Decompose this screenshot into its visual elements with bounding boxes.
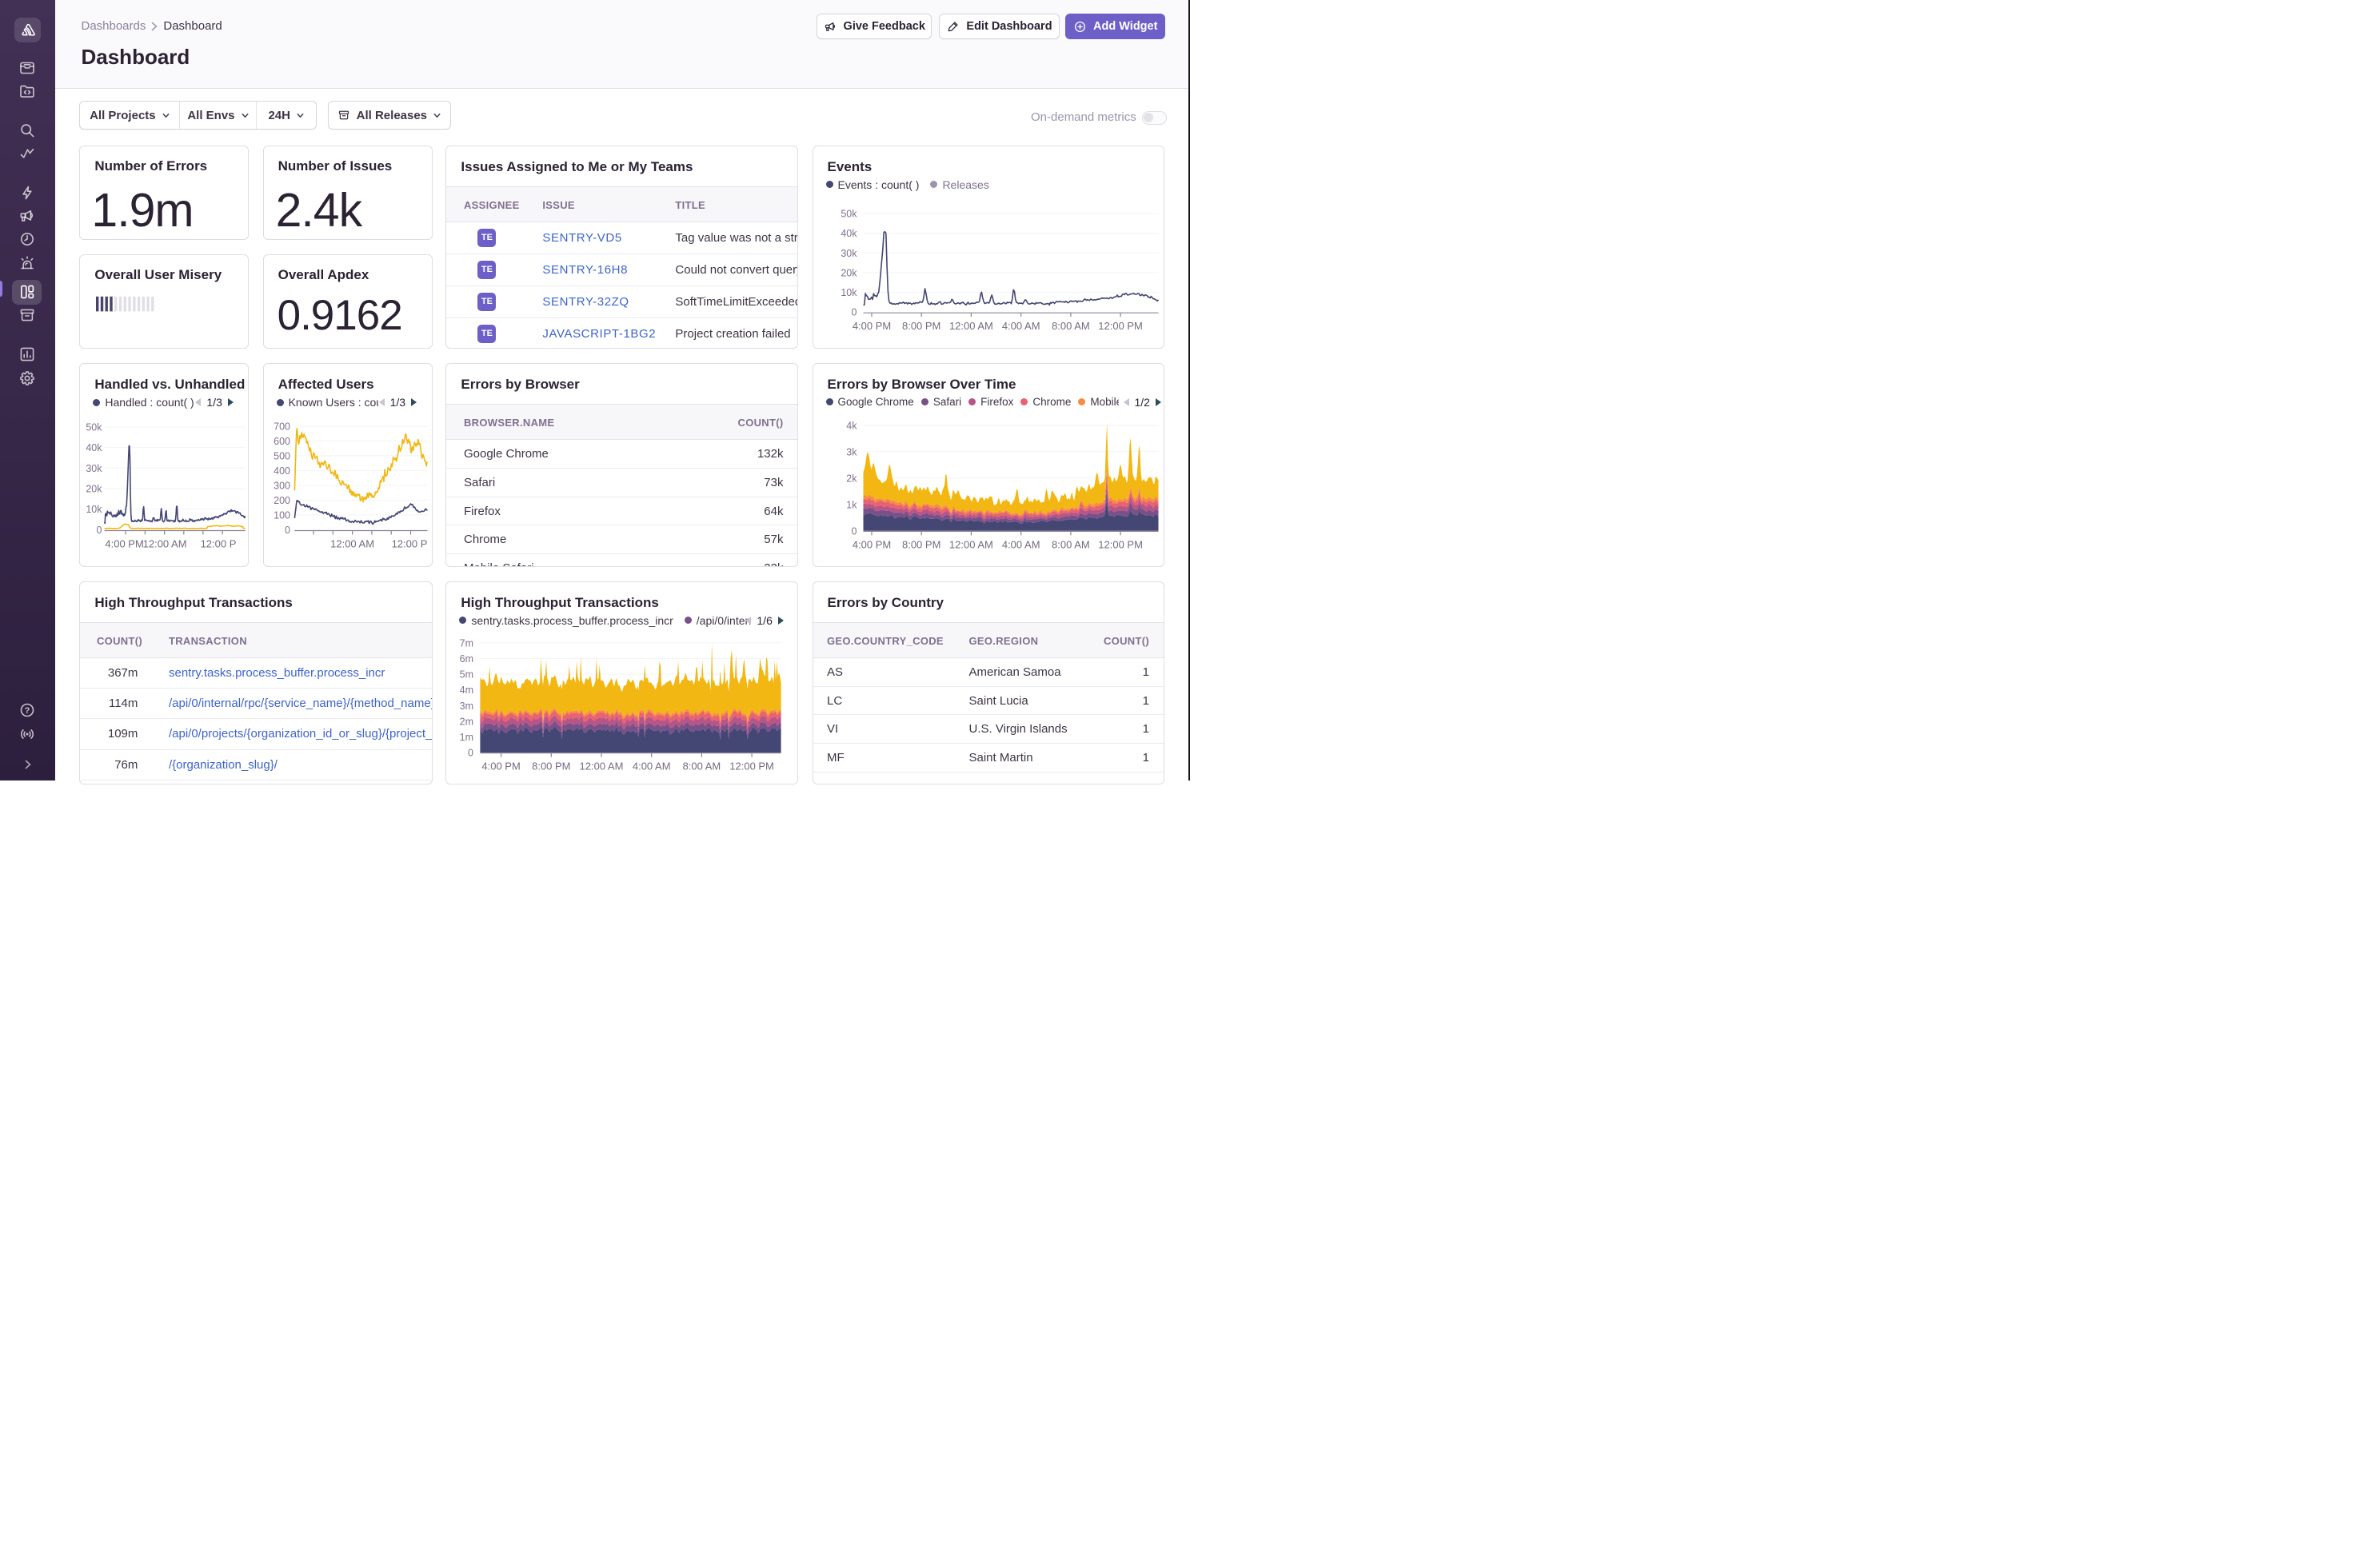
- svg-text:12:00 AM: 12:00 AM: [143, 538, 187, 550]
- svg-text:2k: 2k: [846, 473, 857, 484]
- svg-text:4:00 PM: 4:00 PM: [852, 539, 890, 551]
- svg-text:12:00 AM: 12:00 AM: [948, 320, 992, 332]
- svg-text:12:00 PM: 12:00 PM: [730, 761, 775, 773]
- svg-text:100: 100: [274, 510, 290, 521]
- svg-text:12:00 AM: 12:00 AM: [330, 538, 374, 550]
- svg-text:50k: 50k: [86, 422, 103, 433]
- svg-text:700: 700: [274, 421, 290, 433]
- svg-text:12:00 PM: 12:00 PM: [1098, 539, 1143, 551]
- svg-text:4:00 AM: 4:00 AM: [1001, 320, 1040, 332]
- svg-text:200: 200: [274, 495, 290, 506]
- svg-text:30k: 30k: [86, 463, 103, 474]
- svg-text:12:00 P: 12:00 P: [391, 538, 427, 550]
- svg-text:12:00 AM: 12:00 AM: [948, 539, 992, 551]
- svg-text:8:00 AM: 8:00 AM: [1052, 320, 1090, 332]
- svg-text:7m: 7m: [460, 637, 473, 649]
- svg-text:40k: 40k: [841, 228, 857, 239]
- svg-text:4:00 AM: 4:00 AM: [1001, 539, 1040, 551]
- svg-text:3m: 3m: [460, 701, 473, 712]
- svg-text:8:00 AM: 8:00 AM: [683, 761, 721, 773]
- svg-text:50k: 50k: [841, 208, 857, 219]
- svg-text:0: 0: [285, 525, 290, 536]
- svg-text:4:00 PM: 4:00 PM: [482, 761, 521, 773]
- svg-text:?: ?: [25, 706, 30, 716]
- svg-text:4:00 AM: 4:00 AM: [633, 761, 671, 773]
- svg-text:1m: 1m: [460, 732, 473, 743]
- svg-text:2m: 2m: [460, 716, 473, 727]
- svg-text:300: 300: [274, 481, 290, 492]
- svg-text:0: 0: [851, 306, 857, 317]
- svg-text:0: 0: [468, 747, 473, 758]
- svg-text:0: 0: [97, 525, 102, 536]
- svg-text:30k: 30k: [841, 247, 857, 258]
- svg-text:40k: 40k: [86, 442, 103, 453]
- svg-text:12:00 P: 12:00 P: [201, 538, 237, 550]
- svg-text:10k: 10k: [86, 504, 103, 515]
- svg-text:4:00 PM: 4:00 PM: [106, 538, 144, 550]
- svg-text:20k: 20k: [86, 484, 103, 495]
- svg-text:8:00 PM: 8:00 PM: [533, 761, 571, 773]
- svg-text:4k: 4k: [846, 420, 857, 431]
- svg-text:4:00 PM: 4:00 PM: [852, 320, 890, 332]
- svg-text:8:00 AM: 8:00 AM: [1052, 539, 1090, 551]
- svg-text:500: 500: [274, 451, 290, 462]
- svg-text:600: 600: [274, 436, 290, 447]
- svg-text:1k: 1k: [846, 499, 857, 510]
- svg-text:4m: 4m: [460, 685, 473, 696]
- svg-text:3k: 3k: [846, 446, 857, 457]
- svg-text:10k: 10k: [841, 286, 857, 297]
- svg-text:400: 400: [274, 465, 290, 477]
- svg-text:12:00 PM: 12:00 PM: [1098, 320, 1143, 332]
- svg-text:0: 0: [851, 525, 857, 537]
- svg-text:8:00 PM: 8:00 PM: [901, 539, 940, 551]
- svg-text:8:00 PM: 8:00 PM: [902, 320, 940, 332]
- svg-text:12:00 AM: 12:00 AM: [580, 761, 624, 773]
- svg-text:6m: 6m: [460, 653, 473, 665]
- svg-text:5m: 5m: [460, 669, 473, 680]
- svg-text:20k: 20k: [841, 267, 857, 278]
